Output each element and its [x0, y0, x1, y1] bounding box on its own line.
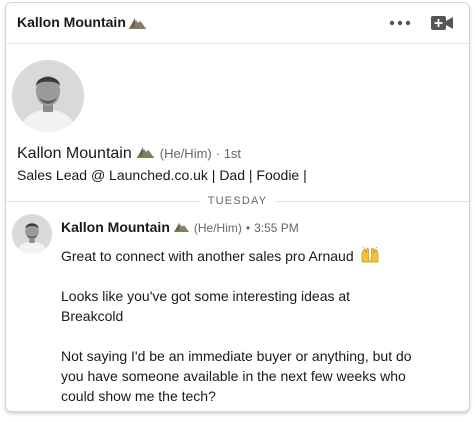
day-divider: TUESDAY — [6, 193, 469, 209]
profile-headline: Sales Lead @ Launched.co.uk | Dad | Food… — [17, 167, 307, 183]
more-options-button[interactable] — [387, 12, 413, 34]
profile-photo — [12, 60, 84, 132]
message-body: Great to connect with another sales pro … — [61, 246, 416, 406]
mountain-emoji-icon — [128, 18, 146, 29]
message-paragraph: Great to connect with another sales pro … — [61, 246, 416, 266]
message-timestamp: 3:55 PM — [254, 221, 299, 235]
conversation-header: Kallon Mountain — [6, 3, 469, 44]
mountain-emoji-icon — [174, 222, 189, 232]
video-call-icon — [431, 16, 453, 30]
messaging-window: Kallon Mountain Kallon Mountain (He/Him)… — [5, 2, 470, 412]
message-sender[interactable]: Kallon Mountain — [61, 219, 170, 235]
header-title[interactable]: Kallon Mountain — [17, 14, 146, 30]
sender-photo — [12, 214, 52, 254]
message-text: Great to connect with another sales pro … — [61, 248, 354, 264]
profile-avatar[interactable] — [12, 60, 84, 132]
message-paragraph: Looks like you've got some interesting i… — [61, 288, 351, 324]
message-avatar[interactable] — [12, 214, 52, 254]
connection-degree: · 1st — [215, 146, 242, 161]
message-pronouns: (He/Him) — [193, 221, 242, 235]
more-horizontal-icon — [389, 20, 411, 26]
profile-name-row: Kallon Mountain (He/Him) · 1st — [17, 144, 241, 163]
profile-name[interactable]: Kallon Mountain — [17, 145, 132, 163]
profile-pronouns: (He/Him) — [159, 146, 212, 161]
video-call-button[interactable] — [429, 12, 455, 34]
day-label: TUESDAY — [199, 193, 276, 209]
message-paragraph: Not saying I'd be an immediate buyer or … — [61, 348, 412, 404]
header-name: Kallon Mountain — [17, 14, 126, 30]
raised-hands-emoji-icon — [361, 246, 378, 263]
meta-bullet: • — [245, 221, 251, 235]
message-meta: Kallon Mountain (He/Him) • 3:55 PM — [61, 219, 299, 235]
mountain-emoji-icon — [136, 147, 154, 158]
